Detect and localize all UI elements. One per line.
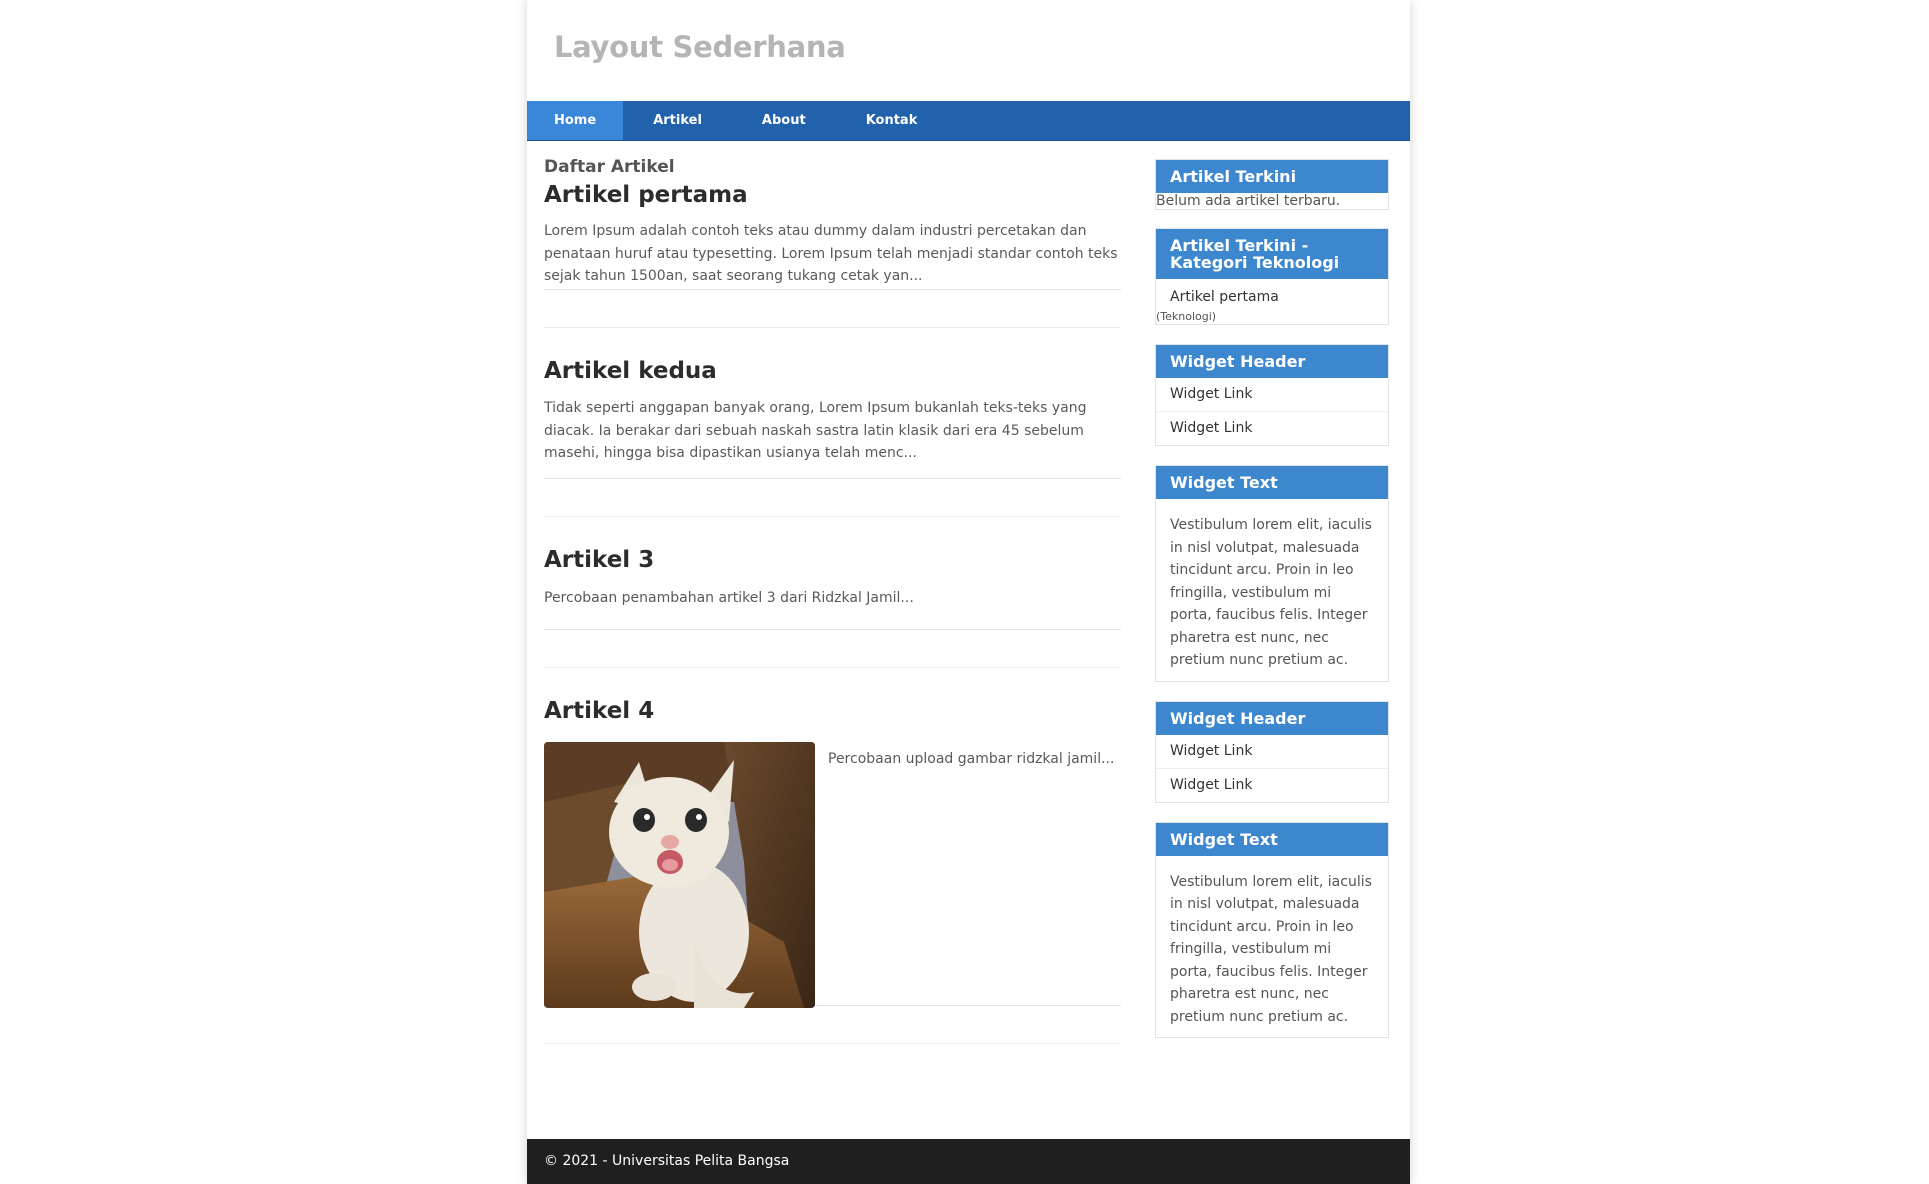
article-title[interactable]: Artikel kedua bbox=[544, 358, 1121, 384]
widget-text: Widget Text Vestibulum lorem elit, iacul… bbox=[1155, 821, 1389, 1038]
widget-header: Artikel Terkini bbox=[1156, 160, 1388, 193]
widget-recent-tech: Artikel Terkini - Kategori Teknologi Art… bbox=[1155, 228, 1389, 325]
article-title[interactable]: Artikel 3 bbox=[544, 547, 1121, 573]
site-footer: © 2021 - Universitas Pelita Bangsa bbox=[527, 1139, 1410, 1184]
site-header: Layout Sederhana bbox=[527, 0, 1410, 101]
nav-about[interactable]: About bbox=[732, 101, 836, 140]
article-excerpt: Percobaan penambahan artikel 3 dari Ridz… bbox=[544, 590, 914, 606]
article-title[interactable]: Artikel pertama bbox=[544, 182, 1121, 208]
page-container: Layout Sederhana Home Artikel About Kont… bbox=[527, 0, 1410, 1184]
widget-header: Widget Header bbox=[1156, 701, 1388, 735]
widget-header: Artikel Terkini - Kategori Teknologi bbox=[1156, 229, 1388, 279]
widget-category-note: (Teknologi) bbox=[1156, 310, 1217, 323]
widget-body: Belum ada artikel terbaru. bbox=[1156, 193, 1341, 209]
divider bbox=[544, 479, 1121, 517]
divider bbox=[544, 630, 1121, 668]
article-excerpt: Tidak seperti anggapan banyak orang, Lor… bbox=[544, 400, 1087, 461]
main-nav: Home Artikel About Kontak bbox=[527, 101, 1410, 141]
widget-link[interactable]: Widget Link bbox=[1156, 412, 1388, 445]
widget-link[interactable]: Widget Link bbox=[1156, 735, 1388, 769]
nav-kontak[interactable]: Kontak bbox=[836, 101, 948, 140]
widget-header: Widget Header bbox=[1156, 345, 1388, 378]
article-item: Artikel 4 Percobaan upload gambar ridzka… bbox=[544, 698, 1121, 1008]
widget-link[interactable]: Artikel pertama bbox=[1156, 279, 1388, 310]
widget-links: Widget Header Widget Link Widget Link bbox=[1155, 344, 1389, 446]
nav-artikel[interactable]: Artikel bbox=[623, 101, 732, 140]
widget-link[interactable]: Widget Link bbox=[1156, 769, 1388, 802]
footer-copyright: © 2021 - Universitas Pelita Bangsa bbox=[544, 1153, 790, 1169]
article-excerpt: Percobaan upload gambar ridzkal jamil... bbox=[828, 751, 1115, 767]
article-excerpt: Lorem Ipsum adalah contoh teks atau dumm… bbox=[544, 223, 1118, 284]
section-title: Daftar Artikel bbox=[544, 157, 675, 177]
article-item: Artikel 3 Percobaan penambahan artikel 3… bbox=[544, 547, 1121, 630]
widget-text-body: Vestibulum lorem elit, iaculis in nisl v… bbox=[1170, 517, 1372, 668]
article-item: Artikel pertama Lorem Ipsum adalah conto… bbox=[544, 177, 1121, 290]
widget-header: Widget Text bbox=[1156, 822, 1388, 856]
article-item: Artikel kedua Tidak seperti anggapan ban… bbox=[544, 358, 1121, 479]
widget-text: Widget Text Vestibulum lorem elit, iacul… bbox=[1155, 465, 1389, 682]
cat-image bbox=[544, 742, 815, 1008]
widget-link[interactable]: Widget Link bbox=[1156, 378, 1388, 412]
site-title[interactable]: Layout Sederhana bbox=[554, 30, 846, 64]
widget-recent-articles: Artikel Terkini Belum ada artikel terbar… bbox=[1155, 159, 1389, 210]
divider bbox=[544, 1006, 1121, 1044]
article-thumbnail[interactable] bbox=[544, 742, 815, 1008]
widget-header: Widget Text bbox=[1156, 466, 1388, 499]
sidebar: Artikel Terkini Belum ada artikel terbar… bbox=[1155, 159, 1389, 1057]
widget-links: Widget Header Widget Link Widget Link bbox=[1155, 700, 1389, 803]
divider bbox=[544, 290, 1121, 328]
widget-text-body: Vestibulum lorem elit, iaculis in nisl v… bbox=[1170, 873, 1372, 1025]
nav-home[interactable]: Home bbox=[527, 101, 624, 140]
main-content: Daftar Artikel Artikel pertama Lorem Ips… bbox=[544, 140, 1121, 1044]
article-title[interactable]: Artikel 4 bbox=[544, 698, 1121, 724]
